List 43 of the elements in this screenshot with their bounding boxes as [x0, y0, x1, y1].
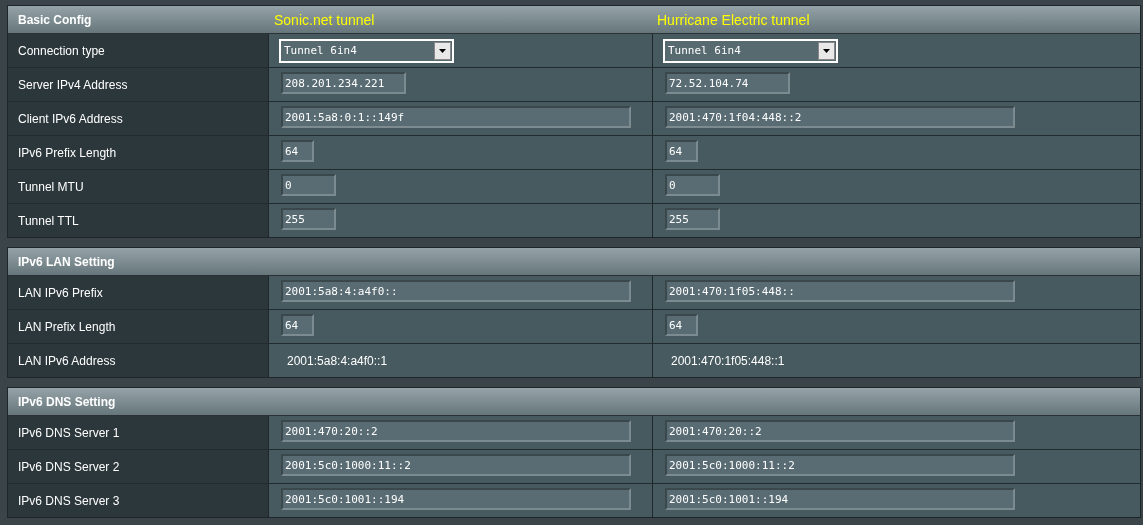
field-label: LAN Prefix Length: [18, 319, 116, 334]
caret-icon: [439, 48, 446, 53]
connection-type-dropdown[interactable]: Tunnel 6in4: [663, 38, 838, 63]
field-label: Client IPv6 Address: [18, 111, 123, 126]
field-label: Connection type: [18, 43, 105, 58]
input-field[interactable]: 72.52.104.74: [665, 72, 790, 94]
input-field[interactable]: 255: [281, 208, 336, 230]
field-label: LAN IPv6 Prefix: [18, 285, 103, 300]
address-text: 2001:470:1f05:448::1: [670, 353, 785, 368]
field-label: Tunnel TTL: [18, 213, 79, 228]
section-title: Basic Config: [17, 12, 93, 27]
field-label: IPv6 DNS Server 2: [18, 459, 120, 474]
input-field[interactable]: 0: [281, 174, 336, 196]
column-title: Sonic.net tunnel: [273, 11, 376, 28]
input-field[interactable]: 2001:5a8:4:a4f0::: [281, 280, 631, 302]
input-field[interactable]: 0: [665, 174, 720, 196]
input-field[interactable]: 2001:470:20::2: [665, 420, 1015, 442]
field-label: Server IPv4 Address: [18, 77, 128, 92]
input-field[interactable]: 255: [665, 208, 720, 230]
input-field[interactable]: 2001:470:20::2: [281, 420, 631, 442]
input-field[interactable]: 64: [665, 140, 698, 162]
input-field[interactable]: 2001:5c0:1001::194: [665, 488, 1015, 510]
field-label: LAN IPv6 Address: [18, 353, 116, 368]
address-text: 2001:5a8:4:a4f0::1: [286, 353, 388, 368]
field-label: Tunnel MTU: [18, 179, 84, 194]
input-field[interactable]: 2001:5c0:1000:11::2: [665, 454, 1015, 476]
input-field[interactable]: 208.201.234.221: [281, 72, 406, 94]
field-label: IPv6 DNS Server 1: [18, 425, 120, 440]
input-field[interactable]: 2001:5c0:1000:11::2: [281, 454, 631, 476]
section-title: IPv6 DNS Setting: [17, 394, 117, 409]
field-label: IPv6 DNS Server 3: [18, 493, 120, 508]
input-field[interactable]: 64: [281, 314, 314, 336]
connection-type-dropdown[interactable]: Tunnel 6in4: [279, 38, 454, 63]
input-field[interactable]: 64: [281, 140, 314, 162]
column-title: Hurricane Electric tunnel: [656, 11, 811, 28]
input-field[interactable]: 2001:470:1f04:448::2: [665, 106, 1015, 128]
input-field[interactable]: 2001:5c0:1001::194: [281, 488, 631, 510]
input-field[interactable]: 64: [665, 314, 698, 336]
input-field[interactable]: 2001:5a8:0:1::149f: [281, 106, 631, 128]
input-field[interactable]: 2001:470:1f05:448::: [665, 280, 1015, 302]
field-label: IPv6 Prefix Length: [18, 145, 117, 160]
section-title: IPv6 LAN Setting: [17, 254, 116, 269]
caret-icon: [823, 48, 830, 53]
